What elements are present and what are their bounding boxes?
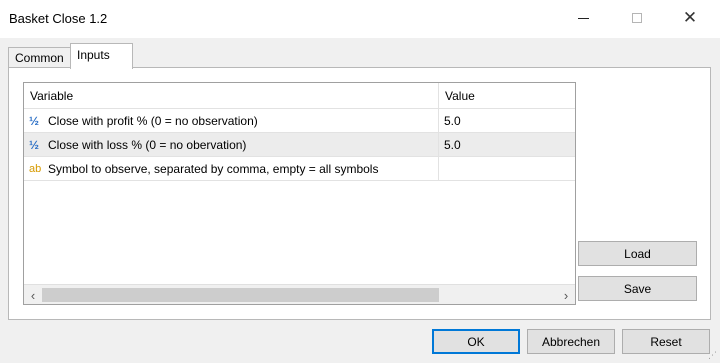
minimize-icon bbox=[577, 17, 589, 19]
scroll-left-icon[interactable]: ‹ bbox=[24, 285, 42, 305]
table-row[interactable]: ab Symbol to observe, separated by comma… bbox=[24, 157, 575, 181]
numeric-type-icon: ½ bbox=[29, 113, 40, 128]
maximize-button[interactable] bbox=[614, 0, 660, 36]
grid-header-row: Variable Value bbox=[24, 83, 575, 109]
resize-grip-icon[interactable]: ⋰ bbox=[708, 351, 718, 361]
save-button[interactable]: Save bbox=[578, 276, 697, 301]
table-row[interactable]: ½ Close with profit % (0 = no observatio… bbox=[24, 109, 575, 133]
tab-inputs[interactable]: Inputs bbox=[70, 43, 133, 69]
table-row[interactable]: ½ Close with loss % (0 = no obervation) … bbox=[24, 133, 575, 157]
load-button[interactable]: Load bbox=[578, 241, 697, 266]
value-cell[interactable]: 5.0 bbox=[439, 133, 575, 156]
variable-label: Close with profit % (0 = no observation) bbox=[48, 113, 258, 128]
close-icon: ✕ bbox=[682, 8, 698, 27]
variable-label: Close with loss % (0 = no obervation) bbox=[48, 137, 247, 152]
reset-button[interactable]: Reset bbox=[622, 329, 710, 354]
window-title: Basket Close 1.2 bbox=[9, 11, 108, 26]
inputs-grid: Variable Value ½ Close with profit % (0 … bbox=[23, 82, 576, 305]
cancel-button[interactable]: Abbrechen bbox=[527, 329, 615, 354]
variable-cell[interactable]: ab Symbol to observe, separated by comma… bbox=[24, 157, 439, 180]
ok-button[interactable]: OK bbox=[432, 329, 520, 354]
tab-common[interactable]: Common bbox=[8, 47, 71, 68]
string-type-icon: ab bbox=[29, 162, 42, 175]
variable-cell[interactable]: ½ Close with loss % (0 = no obervation) bbox=[24, 133, 439, 156]
numeric-type-icon: ½ bbox=[29, 137, 40, 152]
horizontal-scrollbar[interactable]: ‹ › bbox=[24, 284, 575, 304]
minimize-button[interactable] bbox=[560, 0, 606, 36]
maximize-icon bbox=[632, 13, 642, 23]
close-button[interactable]: ✕ bbox=[667, 0, 713, 36]
scroll-thumb[interactable] bbox=[42, 288, 439, 302]
value-cell[interactable] bbox=[439, 157, 575, 180]
column-header-value[interactable]: Value bbox=[439, 83, 575, 108]
variable-label: Symbol to observe, separated by comma, e… bbox=[48, 161, 379, 176]
value-cell[interactable]: 5.0 bbox=[439, 109, 575, 132]
title-bar: Basket Close 1.2 ✕ bbox=[0, 0, 720, 38]
column-header-variable[interactable]: Variable bbox=[24, 83, 439, 108]
scroll-right-icon[interactable]: › bbox=[557, 285, 575, 305]
variable-cell[interactable]: ½ Close with profit % (0 = no observatio… bbox=[24, 109, 439, 132]
